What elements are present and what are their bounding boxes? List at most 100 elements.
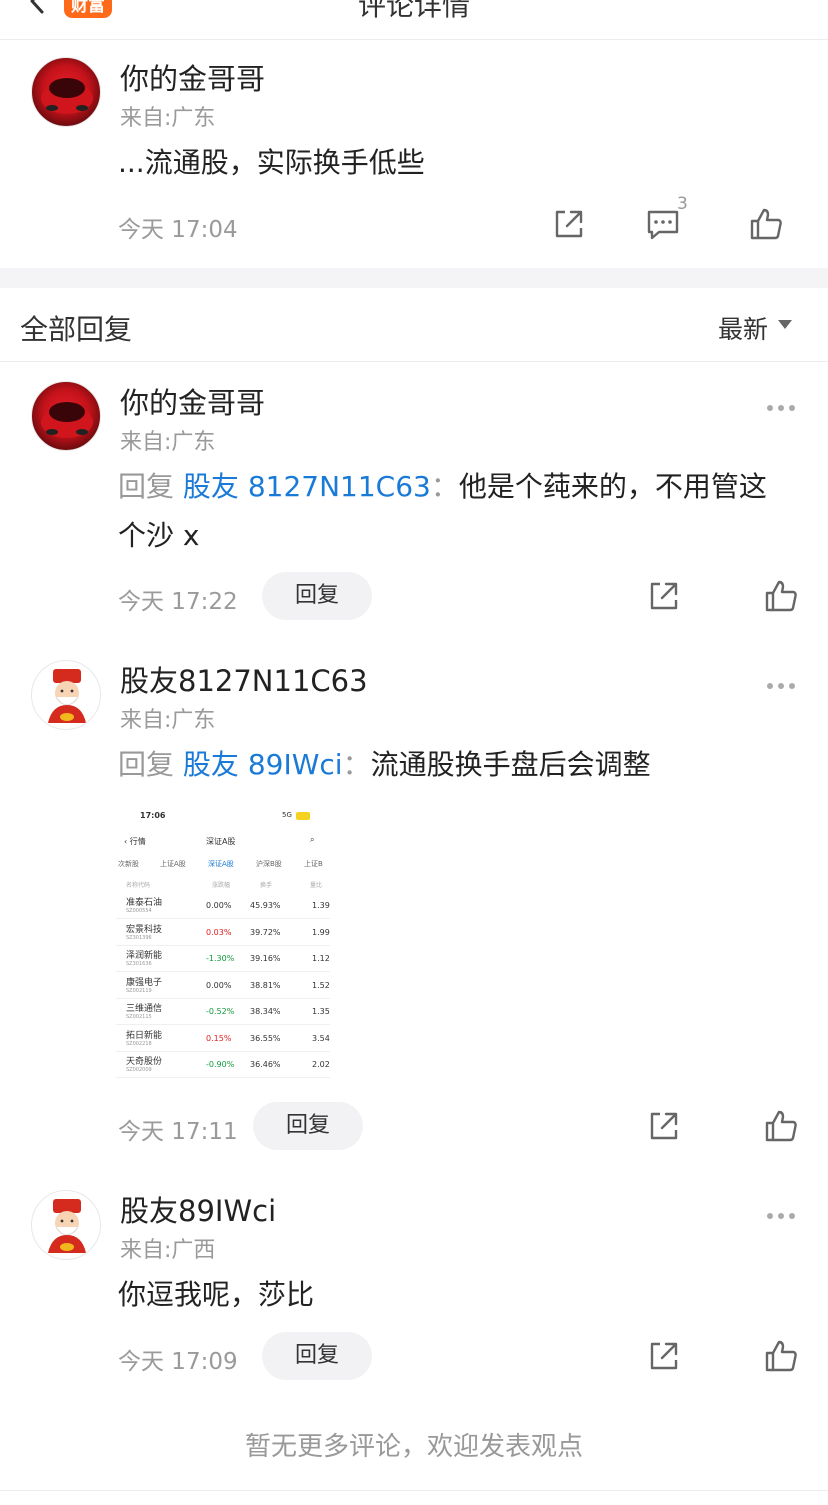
reply-button[interactable]: 回复: [262, 572, 372, 620]
stock-code: SZ301636: [126, 961, 152, 967]
reply-text: 回复 股友 89IWci：流通股换手盘后会调整: [118, 741, 651, 789]
stock-row: 康强电子 SZ002119 0.00% 38.81% 1.52: [116, 973, 330, 999]
no-more-comments-note: 暂无更多评论，欢迎发表观点: [244, 1432, 583, 1462]
avatar[interactable]: [31, 381, 101, 451]
reply-button[interactable]: 回复: [253, 1102, 363, 1150]
reply-button[interactable]: 回复: [262, 1332, 372, 1380]
region-label: 来自:广东: [120, 708, 216, 733]
stock-change: 0.03%: [206, 927, 232, 937]
username[interactable]: 你的金哥哥: [120, 56, 265, 98]
stock-row: 准泰石油 SZ000554 0.00% 45.93% 1.39: [116, 893, 330, 919]
stock-ratio: 3.54: [312, 1033, 330, 1043]
like-thumb-icon[interactable]: [763, 578, 799, 614]
reply-body: 流通股换手盘后会调整: [370, 748, 651, 781]
stock-change: -0.52%: [206, 1007, 235, 1016]
battery-icon: [296, 812, 310, 820]
stock-ratio: 1.12: [312, 954, 330, 963]
like-thumb-icon[interactable]: [763, 1338, 799, 1374]
bottom-input-bar[interactable]: [0, 1490, 828, 1505]
stock-change: 0.15%: [206, 1033, 232, 1043]
avatar[interactable]: [31, 660, 101, 730]
stock-ratio: 2.02: [312, 1060, 330, 1069]
replies-header: 全部回复 最新: [0, 288, 828, 362]
stock-name: 泽润新能: [126, 951, 163, 961]
attached-screenshot[interactable]: 17:06 5G ‹ 行情 深证A股 ⌕ 次新股 上证A股 深证A股 沪深B股 …: [116, 805, 330, 1083]
col-header: 名称代码: [126, 882, 151, 889]
username[interactable]: 你的金哥哥: [120, 380, 265, 422]
comment-icon[interactable]: [645, 206, 681, 242]
stock-change: 0.00%: [206, 901, 232, 910]
stock-name: 天奇股份: [126, 1057, 163, 1067]
sort-dropdown[interactable]: 最新: [718, 310, 768, 346]
stock-change: -1.30%: [206, 954, 235, 963]
stock-row: 天奇股份 SZ002009 -0.90% 36.46% 2.02: [116, 1052, 330, 1078]
caret-down-icon[interactable]: [778, 320, 792, 329]
tab: 沪深B股: [256, 860, 282, 868]
car-avatar-image: [41, 78, 93, 114]
stock-turnover: 36.55%: [250, 1033, 281, 1043]
stock-ratio: 1.39: [312, 901, 330, 910]
more-options-icon[interactable]: [767, 674, 803, 689]
stock-change: 0.00%: [206, 980, 232, 990]
top-bar: 财富 评论详情: [0, 0, 828, 40]
share-icon[interactable]: [646, 1108, 682, 1144]
avatar[interactable]: [31, 57, 101, 127]
car-avatar-image: [41, 402, 93, 438]
stock-turnover: 38.34%: [250, 1007, 281, 1016]
username[interactable]: 股友89IWci: [120, 1188, 276, 1230]
stock-row: 宏景科技 SZ301396 0.03% 39.72% 1.99: [116, 920, 330, 946]
tab-active: 深证A股: [208, 860, 234, 868]
avatar[interactable]: [31, 1190, 101, 1260]
username[interactable]: 股友8127N11C63: [120, 658, 368, 700]
tab: 上证B: [304, 860, 323, 868]
nav-title: 深证A股: [206, 837, 236, 846]
fortune-god-avatar-image: [48, 1199, 86, 1253]
stock-ratio: 1.52: [312, 980, 330, 990]
timestamp: 今天 17:04: [118, 217, 238, 243]
stock-code: SZ002218: [126, 1040, 152, 1047]
stock-turnover: 36.46%: [250, 1060, 281, 1069]
more-options-icon[interactable]: [767, 1204, 803, 1219]
more-options-icon[interactable]: [767, 396, 803, 411]
reply-count-badge: 3: [677, 194, 688, 214]
stock-code: SZ002115: [126, 1014, 152, 1020]
reply-prefix: 回复: [118, 470, 175, 503]
page-title: 评论详情: [357, 0, 470, 22]
stock-code: SZ301396: [126, 934, 152, 941]
stock-code: SZ000554: [126, 908, 152, 914]
reply-prefix: 回复: [118, 748, 175, 781]
col-header: 换手: [260, 882, 273, 889]
colon: ：: [342, 748, 371, 781]
section-title: 全部回复: [20, 313, 133, 346]
share-icon[interactable]: [551, 206, 587, 242]
stock-name: 准泰石油: [126, 898, 163, 908]
timestamp: 今天 17:11: [118, 1119, 238, 1145]
stock-name: 宏景科技: [126, 924, 163, 935]
stock-turnover: 39.16%: [250, 954, 281, 963]
like-thumb-icon[interactable]: [763, 1108, 799, 1144]
region-label: 来自:广东: [120, 106, 216, 131]
reply-text-line2: 个沙 x: [118, 519, 200, 552]
stock-code: SZ002119: [126, 987, 152, 994]
comment-text: ...流通股，实际换手低些: [118, 146, 425, 179]
stock-row: 三维通信 SZ002115 -0.52% 38.34% 1.35: [116, 999, 330, 1025]
main-comment: 你的金哥哥 来自:广东 ...流通股，实际换手低些 今天 17:04 3: [0, 40, 828, 268]
stock-row: 泽润新能 SZ301636 -1.30% 39.16% 1.12: [116, 946, 330, 972]
stock-name: 三维通信: [126, 1004, 163, 1014]
colon: ：: [430, 470, 459, 503]
mention-link[interactable]: 股友 89IWci: [183, 748, 343, 781]
stock-row: 拓日新能 SZ002218 0.15% 36.55% 3.54: [116, 1026, 330, 1052]
search-icon: ⌕: [310, 835, 315, 844]
col-header: 涨跌幅: [212, 882, 231, 889]
reply-text: 回复 股友 8127N11C63：他是个莼来的，不用管这: [118, 463, 808, 511]
stock-change: -0.90%: [206, 1060, 235, 1069]
mention-link[interactable]: 股友 8127N11C63: [183, 470, 431, 503]
region-label: 来自:广东: [120, 430, 216, 455]
stock-turnover: 39.72%: [250, 927, 281, 937]
share-icon[interactable]: [646, 578, 682, 614]
share-icon[interactable]: [646, 1338, 682, 1374]
timestamp: 今天 17:09: [118, 1349, 238, 1375]
region-label: 来自:广西: [120, 1238, 216, 1263]
like-thumb-icon[interactable]: [748, 206, 784, 242]
stock-code: SZ002009: [126, 1067, 152, 1073]
